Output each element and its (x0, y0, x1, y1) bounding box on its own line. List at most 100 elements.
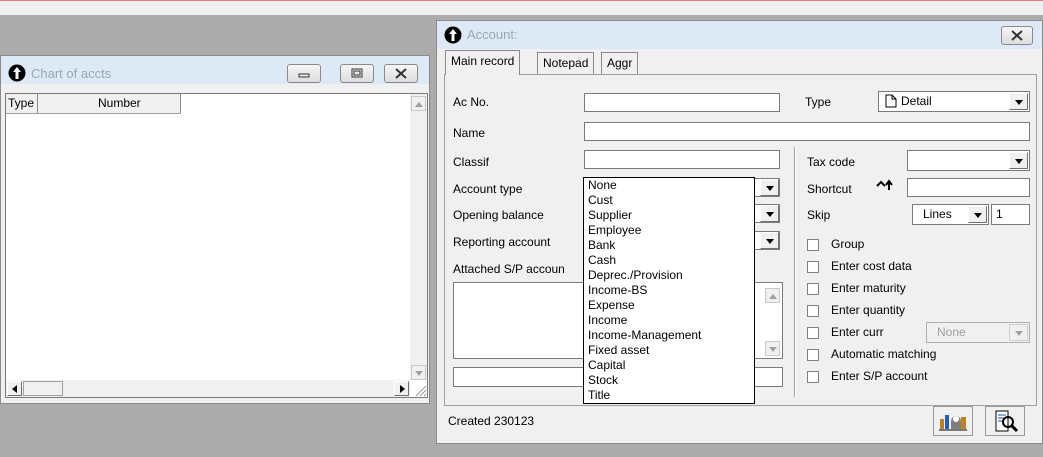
attached-sp-label: Attached S/P accoun (453, 262, 565, 276)
chevron-down-icon (766, 239, 774, 244)
list-header: Type Number (6, 94, 181, 114)
scroll-left-button[interactable] (7, 381, 22, 396)
tax-code-label: Tax code (807, 155, 856, 169)
checkbox-automatic-matching-box[interactable] (807, 349, 819, 361)
name-input[interactable] (584, 122, 1030, 141)
horizontal-scrollbar[interactable] (6, 380, 410, 397)
skip-unit-value: Lines (923, 207, 952, 221)
tax-code-select[interactable] (907, 150, 1030, 171)
opening-balance-dropdown-button[interactable] (760, 205, 779, 222)
scroll-up-button[interactable] (411, 96, 426, 111)
dropdown-option[interactable]: Employee (584, 223, 754, 238)
skip-count-value: 1 (996, 207, 1003, 221)
account-type-dropdown-list[interactable]: None Cust Supplier Employee Bank Cash Deprec./… (583, 177, 755, 404)
reporting-account-dropdown-button[interactable] (760, 232, 779, 249)
dropdown-option[interactable]: Supplier (584, 208, 754, 223)
dropdown-option[interactable]: None (584, 178, 754, 193)
dropdown-option[interactable]: Income-BS (584, 283, 754, 298)
dropdown-option[interactable]: Income-Management (584, 328, 754, 343)
dropdown-option[interactable]: Cash (584, 253, 754, 268)
tax-code-dropdown-button[interactable] (1009, 152, 1028, 169)
checkbox-enter-quantity-box[interactable] (807, 305, 819, 317)
close-button[interactable] (1001, 26, 1033, 45)
attached-scroll-up[interactable] (765, 288, 780, 303)
checkbox-group-box[interactable] (807, 239, 819, 251)
checkbox-enter-maturity-label[interactable]: Enter maturity (831, 281, 906, 295)
chart-window-title: Chart of accts (31, 66, 112, 81)
close-button[interactable] (384, 64, 418, 83)
report-button[interactable] (933, 406, 973, 436)
resize-grip-icon[interactable] (410, 380, 427, 397)
shortcut-input[interactable] (907, 178, 1030, 197)
minimize-button[interactable] (287, 64, 321, 83)
chart-accounts-list[interactable]: Type Number (5, 93, 428, 398)
shortcut-arrow-icon (876, 179, 893, 190)
panel-divider (794, 147, 796, 397)
info-arrow-icon (8, 64, 26, 82)
vertical-scrollbar[interactable] (410, 94, 427, 380)
scroll-down-button[interactable] (411, 365, 426, 380)
dropdown-option[interactable]: Deprec./Provision (584, 268, 754, 283)
dropdown-option[interactable]: Stock (584, 373, 754, 388)
dropdown-option[interactable]: Fixed asset (584, 343, 754, 358)
left-arrow-icon (12, 385, 17, 393)
ac-no-label: Ac No. (453, 95, 490, 109)
checkbox-automatic-matching-label[interactable]: Automatic matching (831, 347, 936, 361)
tab-notepad[interactable]: Notepad (537, 52, 595, 74)
scroll-thumb[interactable] (23, 381, 63, 396)
tab-main-record[interactable]: Main record (445, 50, 521, 75)
search-button[interactable] (985, 406, 1025, 436)
classif-input[interactable] (584, 150, 780, 169)
document-icon (885, 94, 897, 108)
checkbox-enter-cost-data-label[interactable]: Enter cost data (831, 259, 912, 273)
chart-title-bar[interactable]: Chart of accts (1, 56, 429, 84)
minimize-icon (298, 73, 310, 78)
checkbox-enter-cost-data-box[interactable] (807, 261, 819, 273)
close-icon (395, 68, 407, 79)
chevron-down-icon (974, 213, 982, 218)
chart-of-accounts-window: Chart of accts Type Number (0, 55, 430, 404)
column-header-type[interactable]: Type (6, 94, 38, 113)
info-arrow-icon (444, 26, 462, 44)
checkbox-enter-sp-account-label[interactable]: Enter S/P account (831, 369, 928, 383)
skip-unit-select[interactable]: Lines (912, 204, 989, 225)
dropdown-option[interactable]: Expense (584, 298, 754, 313)
checkbox-enter-sp-account-box[interactable] (807, 371, 819, 383)
enter-curr-dropdown-button[interactable] (1009, 324, 1028, 341)
account-title-bar[interactable]: Account: (437, 21, 1042, 49)
ac-no-input[interactable] (584, 93, 780, 112)
up-arrow-icon (769, 294, 777, 299)
enter-curr-select[interactable]: None (926, 322, 1030, 343)
dropdown-option[interactable]: Capital (584, 358, 754, 373)
skip-label: Skip (807, 208, 831, 222)
attached-scroll-down[interactable] (765, 341, 780, 356)
type-select[interactable]: Detail (878, 91, 1030, 112)
checkbox-enter-curr-box[interactable] (807, 327, 819, 339)
checkbox-group-label[interactable]: Group (831, 237, 864, 251)
classif-label: Classif (453, 155, 490, 169)
column-header-number[interactable]: Number (38, 94, 181, 113)
dropdown-option[interactable]: Bank (584, 238, 754, 253)
skip-count-input[interactable]: 1 (991, 204, 1030, 225)
chevron-down-icon (1015, 100, 1023, 105)
checkbox-enter-maturity-box[interactable] (807, 283, 819, 295)
dropdown-option[interactable]: Income (584, 313, 754, 328)
skip-unit-dropdown-button[interactable] (968, 206, 987, 223)
opening-balance-label: Opening balance (453, 208, 544, 222)
account-window-title: Account: (467, 27, 518, 42)
reporting-account-label: Reporting account (453, 235, 551, 249)
type-dropdown-button[interactable] (1009, 93, 1028, 110)
type-value: Detail (901, 94, 932, 108)
dropdown-option[interactable]: Title (584, 388, 754, 403)
account-type-dropdown-button[interactable] (760, 179, 779, 196)
checkbox-enter-curr-label[interactable]: Enter curr (831, 325, 884, 339)
close-icon (1011, 30, 1023, 41)
chevron-down-icon (766, 186, 774, 191)
scroll-right-button[interactable] (394, 381, 409, 396)
dropdown-option[interactable]: Cust (584, 193, 754, 208)
restore-button[interactable] (340, 64, 374, 83)
checkbox-enter-quantity-label[interactable]: Enter quantity (831, 303, 905, 317)
top-strip (0, 0, 1043, 15)
tab-aggr[interactable]: Aggr (601, 52, 639, 74)
type-label: Type (805, 95, 832, 109)
